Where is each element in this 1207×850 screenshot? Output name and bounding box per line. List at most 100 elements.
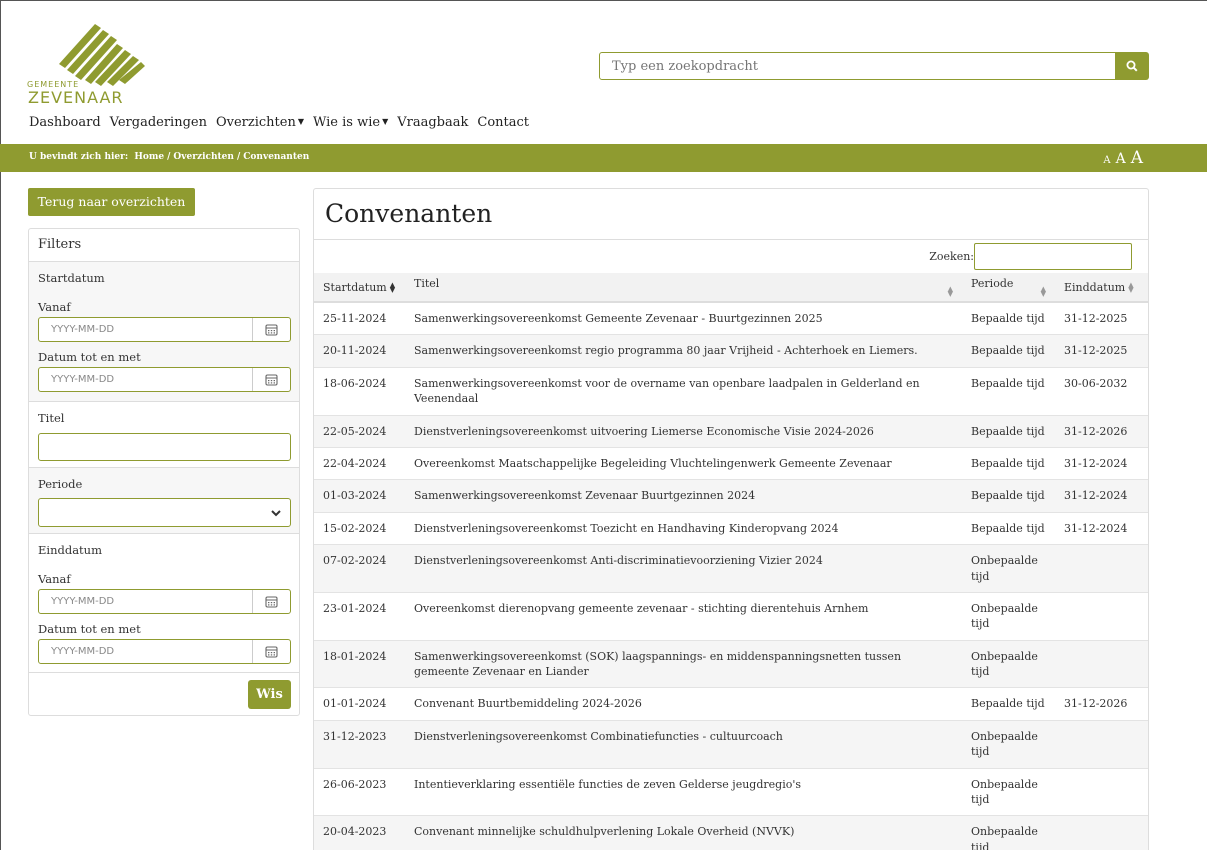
cell-einddatum: 31-12-2026 [1055,687,1148,721]
table-row[interactable]: 22-04-2024 Overeenkomst Maatschappelijke … [314,446,1148,480]
nav-label: Dashboard [29,115,101,130]
sort-icon: ▲ ▼ [1040,285,1046,298]
table-row[interactable]: 18-01-2024 Samenwerkingsovereenkomst (SOK… [314,639,1148,688]
cell-titel[interactable]: Convenant minnelijke schuldhulpverlening… [405,815,962,850]
cell-startdatum: 20-04-2023 [314,815,405,850]
table-row[interactable]: 20-04-2023 Convenant minnelijke schuldhul… [314,815,1148,850]
cell-startdatum: 31-12-2023 [314,719,405,769]
logo-mark-icon [59,24,145,86]
cell-titel[interactable]: Overeenkomst dierenopvang gemeente zeven… [405,591,962,641]
sort-icon: ▲ ▼ [947,285,953,298]
table-row[interactable]: 01-01-2024 Convenant Buurtbemiddeling 202… [314,687,1148,721]
nav-overzichten[interactable]: Overzichten ▼ [216,115,304,130]
table-search-label: Zoeken: [929,250,974,263]
table-row[interactable]: 26-06-2023 Intentieverklaring essentiële … [314,767,1148,816]
breadcrumb: U bevindt zich hier: Home / Overzichten / Co… [29,152,309,162]
table-row[interactable]: 25-11-2024 Samenwerkingsovereenkomst Geme… [314,301,1148,335]
nav-label: Vergaderingen [109,115,207,130]
table-search: Zoeken: [929,243,1132,270]
cell-titel[interactable]: Convenant Buurtbemiddeling 2024-2026 [405,687,962,721]
table-row[interactable]: 23-01-2024 Overeenkomst dierenopvang geme… [314,591,1148,641]
table-header-row: Startdatum ▲ ▼ Titel ▲ ▼ Periode ▲ ▼ Einddatum… [314,273,1148,303]
table-row[interactable]: 20-11-2024 Samenwerkingsovereenkomst regi… [314,334,1148,368]
start-tot-input[interactable]: YYYY-MM-DD [38,367,291,392]
eind-tot-input[interactable]: YYYY-MM-DD [38,639,291,664]
calendar-icon [265,324,278,336]
column-periode[interactable]: Periode ▲ ▼ [962,273,1055,303]
table-row[interactable]: 18-06-2024 Samenwerkingsovereenkomst voor… [314,366,1148,416]
cell-titel[interactable]: Samenwerkingsovereenkomst (SOK) laagspan… [405,639,962,688]
calendar-button[interactable] [252,640,290,663]
cell-startdatum: 23-01-2024 [314,591,405,641]
table-row[interactable]: 22-05-2024 Dienstverleningsovereenkomst u… [314,414,1148,448]
cell-einddatum [1055,639,1148,688]
table-row[interactable]: 15-02-2024 Dienstverleningsovereenkomst T… [314,511,1148,545]
table-row[interactable]: 01-03-2024 Samenwerkingsovereenkomst Zeve… [314,479,1148,513]
cell-einddatum: 31-12-2026 [1055,414,1148,448]
nav-label: Contact [477,115,530,130]
cell-titel[interactable]: Samenwerkingsovereenkomst Gemeente Zeven… [405,301,962,335]
cell-titel[interactable]: Dienstverleningsovereenkomst Toezicht en… [405,511,962,545]
cell-periode: Bepaalde tijd [962,446,1055,480]
calendar-button[interactable] [252,368,290,391]
breadcrumb-overzichten[interactable]: Overzichten [173,152,234,162]
eind-vanaf-input[interactable]: YYYY-MM-DD [38,589,291,614]
column-einddatum[interactable]: Einddatum ▲ ▼ [1055,273,1148,303]
nav-contact[interactable]: Contact [477,115,529,130]
cell-einddatum: 31-12-2025 [1055,301,1148,335]
nav-label: Wie is wie [313,115,381,130]
cell-titel[interactable]: Overeenkomst Maatschappelijke Begeleidin… [405,446,962,480]
cell-titel[interactable]: Samenwerkingsovereenkomst Zevenaar Buurt… [405,479,962,513]
back-to-overviews-button[interactable]: Terug naar overzichten [28,188,195,216]
cell-einddatum [1055,544,1148,593]
cell-titel[interactable]: Dienstverleningsovereenkomst Combinatief… [405,719,962,769]
search-button[interactable] [1115,52,1149,80]
caret-down-icon: ▼ [297,117,305,126]
start-vanaf-input[interactable]: YYYY-MM-DD [38,317,291,342]
cell-einddatum [1055,719,1148,769]
nav-dashboard[interactable]: Dashboard [29,115,101,130]
nav-vraagbaak[interactable]: Vraagbaak [397,115,468,130]
table-search-input[interactable] [974,243,1132,270]
cell-titel[interactable]: Samenwerkingsovereenkomst regio programm… [405,334,962,368]
date-placeholder: YYYY-MM-DD [51,646,115,657]
filter-periode-title: Periode [38,477,83,491]
calendar-button[interactable] [252,318,290,341]
cell-titel[interactable]: Samenwerkingsovereenkomst voor de overna… [405,366,962,416]
column-startdatum[interactable]: Startdatum ▲ ▼ [314,273,405,303]
cell-titel[interactable]: Intentieverklaring essentiële functies d… [405,767,962,816]
filter-footer-divider [29,672,299,673]
convenanten-table: Startdatum ▲ ▼ Titel ▲ ▼ Periode ▲ ▼ Einddatum… [314,273,1148,850]
table-row[interactable]: 31-12-2023 Dienstverleningsovereenkomst C… [314,719,1148,769]
filter-titel: Titel [29,401,299,467]
font-size-medium[interactable]: A [1116,151,1126,167]
date-placeholder: YYYY-MM-DD [51,596,115,607]
cell-titel[interactable]: Dienstverleningsovereenkomst Anti-discri… [405,544,962,593]
font-size-large[interactable]: A [1131,148,1143,168]
titel-input[interactable] [38,433,291,461]
filter-startdatum: Startdatum Vanaf YYYY-MM-DD Datum tot en… [29,262,299,401]
calendar-icon [265,596,278,608]
filter-einddatum-tot-label: Datum tot en met [38,622,141,636]
breadcrumb-separator: / [236,152,241,162]
clear-filters-button[interactable]: Wis [248,680,291,709]
cell-einddatum [1055,591,1148,641]
table-row[interactable]: 07-02-2024 Dienstverleningsovereenkomst A… [314,544,1148,593]
cell-periode: Bepaalde tijd [962,511,1055,545]
nav-vergaderingen[interactable]: Vergaderingen [110,115,207,130]
sort-icon: ▲ ▼ [389,280,396,294]
calendar-button[interactable] [252,590,290,613]
global-search-input[interactable] [599,52,1117,80]
breadcrumb-home[interactable]: Home [134,152,164,162]
nav-wie-is-wie[interactable]: Wie is wie ▼ [313,115,388,130]
breadcrumb-prefix: U bevindt zich hier: [29,152,129,162]
site-header: GEMEENTE ZEVENAAR Dashboard Vergaderinge… [0,0,1207,140]
column-titel[interactable]: Titel ▲ ▼ [405,273,962,303]
cell-periode: Bepaalde tijd [962,301,1055,335]
periode-select[interactable] [38,498,291,527]
column-label: Einddatum [1064,280,1126,294]
cell-titel[interactable]: Dienstverleningsovereenkomst uitvoering … [405,414,962,448]
font-size-small[interactable]: A [1103,155,1110,166]
site-logo[interactable]: GEMEENTE ZEVENAAR [27,20,157,115]
cell-periode: Bepaalde tijd [962,366,1055,416]
